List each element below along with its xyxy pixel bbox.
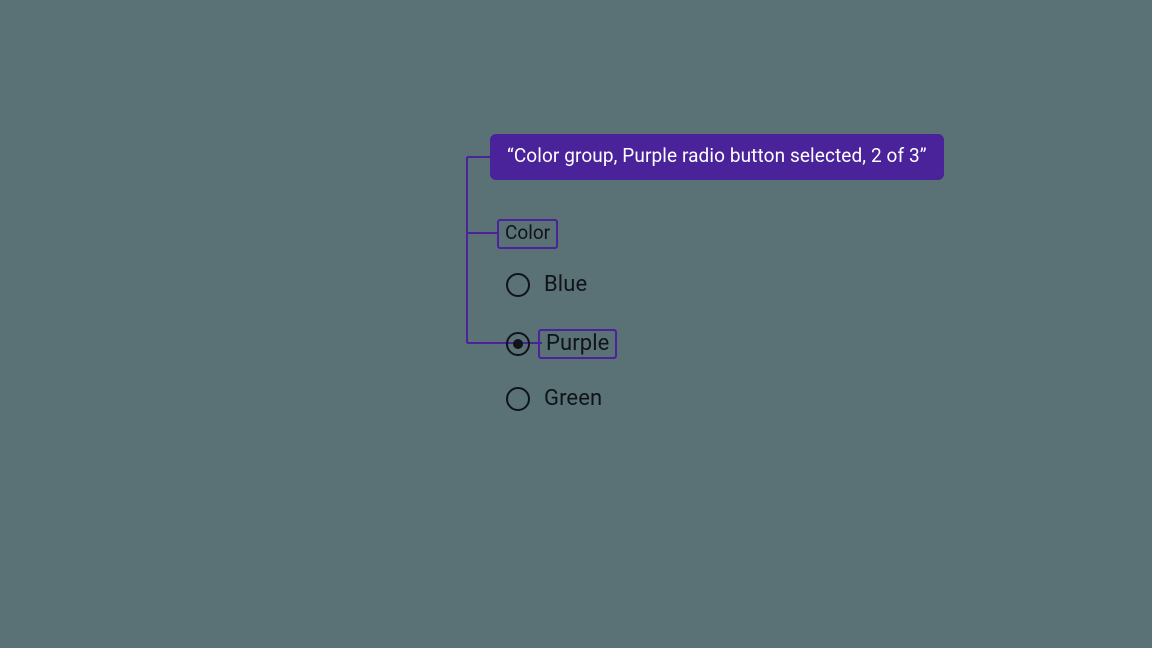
radio-option-blue[interactable]: Blue [506,272,587,297]
radio-option-green[interactable]: Green [506,386,602,411]
radio-label-selected: Purple [538,329,617,359]
radio-icon [506,273,530,297]
radio-icon-selected [506,332,530,356]
radio-label: Green [544,386,602,411]
screen-reader-announcement: “Color group, Purple radio button select… [490,134,944,180]
radio-icon [506,387,530,411]
radio-option-purple[interactable]: Purple [506,329,617,359]
radio-label: Blue [544,272,587,297]
diagram-stage: “Color group, Purple radio button select… [0,0,1152,648]
radio-dot-icon [513,339,523,349]
connector-lines [0,0,1152,648]
radio-group-label: Color [497,219,558,249]
